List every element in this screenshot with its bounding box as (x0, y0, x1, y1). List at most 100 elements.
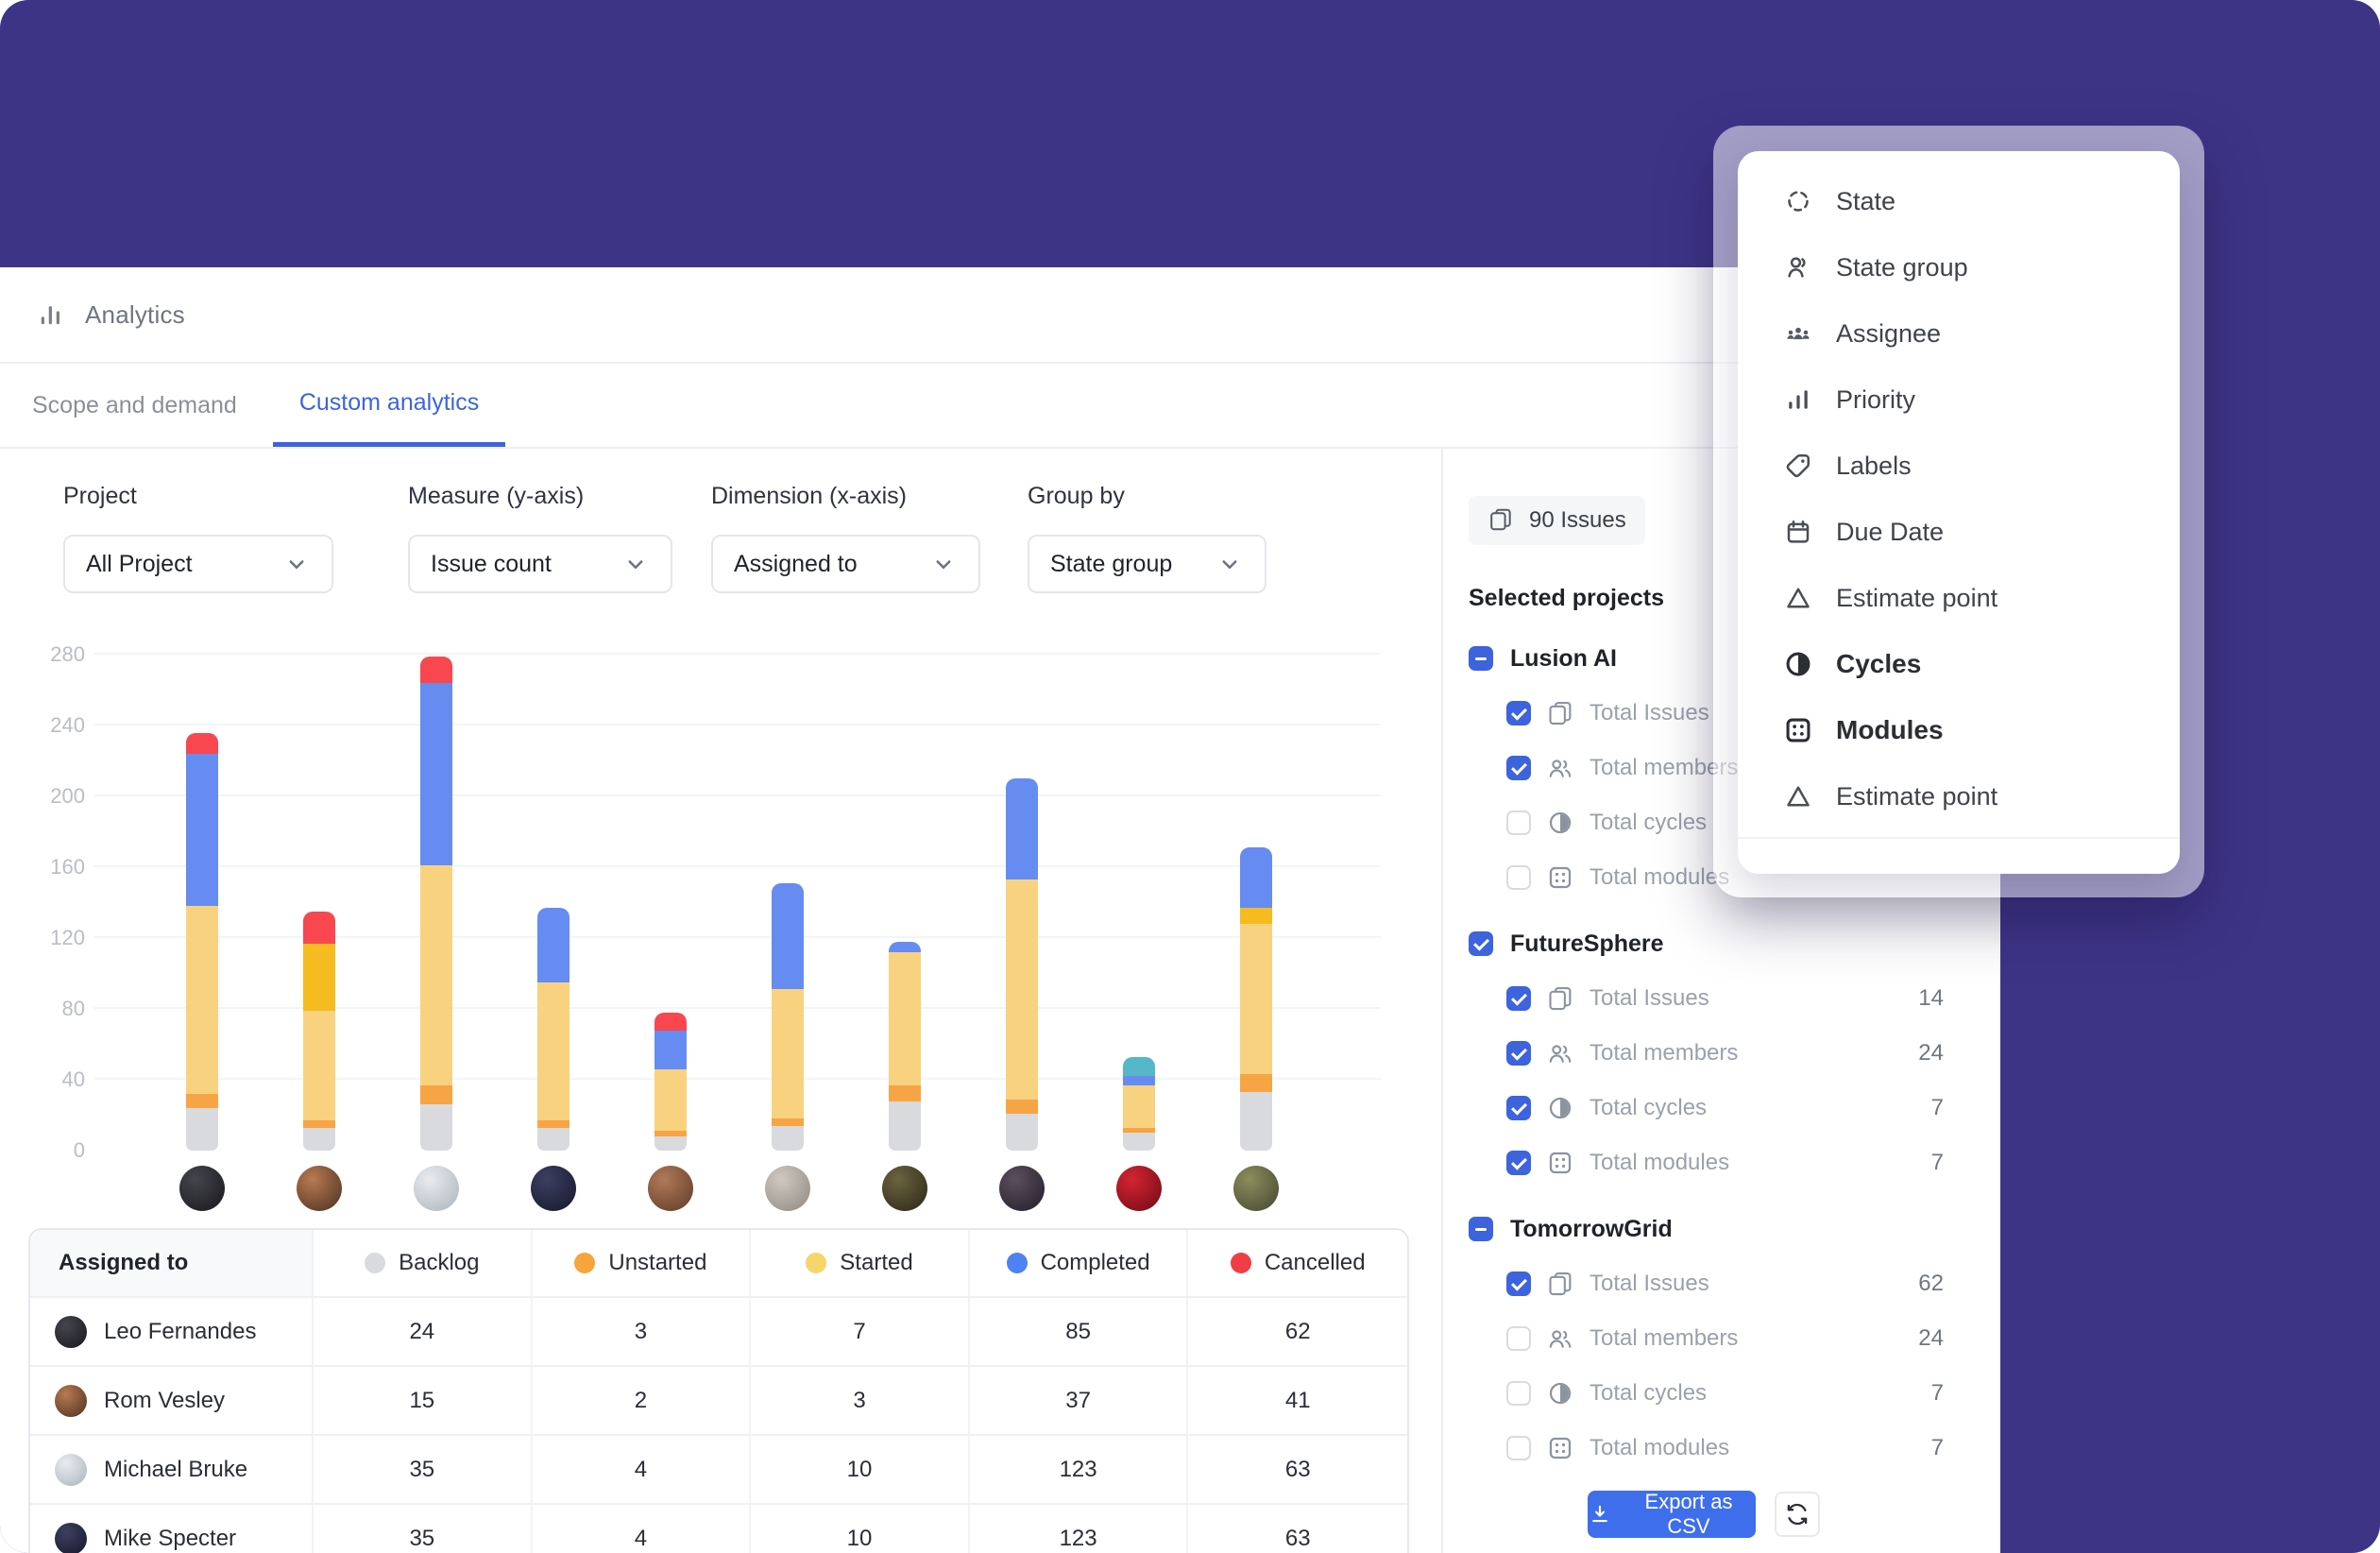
measure-select[interactable]: Issue count (408, 535, 672, 593)
project-group-tomorrowgrid: TomorrowGrid Total Issues 62 Total membe… (1443, 1202, 2000, 1476)
metric-value: 7 (1931, 1095, 1944, 1121)
assignee-name: Michael Bruke (104, 1457, 247, 1483)
bar-segment-backlog (303, 1128, 335, 1151)
menu-divider (1738, 837, 2180, 839)
refresh-button[interactable] (1775, 1492, 1820, 1537)
bar-segment-completed (889, 942, 921, 952)
menu-item-state-group[interactable]: State group (1783, 234, 2180, 300)
cell-cancelled: 41 (1188, 1367, 1407, 1434)
project-header[interactable]: FutureSphere (1443, 916, 2000, 971)
x-axis-avatar (1233, 1166, 1279, 1211)
metric-row[interactable]: Total Issues 62 (1443, 1256, 2000, 1311)
cell-backlog: 35 (314, 1505, 533, 1553)
metric-row[interactable]: Total members 24 (1443, 1026, 2000, 1081)
bar-segment-backlog (889, 1101, 921, 1152)
project-header[interactable]: TomorrowGrid (1443, 1202, 2000, 1256)
project-name: TomorrowGrid (1510, 1216, 1673, 1243)
menu-item-labels[interactable]: Labels (1783, 433, 2180, 499)
cycles-icon (1783, 649, 1813, 679)
stacked-bar[interactable] (772, 883, 804, 1151)
gridline (94, 653, 1381, 655)
project-select[interactable]: All Project (63, 535, 333, 593)
metric-checkbox[interactable] (1506, 1436, 1531, 1460)
metric-row[interactable]: Total members 24 (1443, 1311, 2000, 1366)
metric-checkbox[interactable] (1506, 1096, 1531, 1120)
metric-row[interactable]: Total Issues 14 (1443, 971, 2000, 1026)
tab-scope-and-demand[interactable]: Scope and demand (32, 364, 241, 447)
tab-bar: Scope and demand Custom analytics (0, 364, 2000, 449)
project-checkbox[interactable] (1469, 931, 1493, 956)
metric-row[interactable]: Total modules 7 (1443, 1421, 2000, 1476)
gridline (94, 936, 1381, 938)
metric-checkbox[interactable] (1506, 865, 1531, 890)
metric-checkbox[interactable] (1506, 1326, 1531, 1351)
stacked-bar[interactable] (1240, 847, 1272, 1151)
stacked-bar[interactable] (889, 942, 921, 1151)
bar-segment-unstarted (420, 1085, 452, 1105)
bar-segment-started (1123, 1085, 1155, 1128)
menu-item-state[interactable]: State (1783, 168, 2180, 234)
select-value: State group (1050, 551, 1172, 578)
dimension-select[interactable]: Assigned to (711, 535, 980, 593)
bar-segment-unstarted (1006, 1100, 1038, 1114)
menu-item-estimate-point-2[interactable]: Estimate point (1783, 763, 2180, 829)
x-axis-avatar (882, 1166, 927, 1211)
metric-checkbox[interactable] (1506, 1041, 1531, 1066)
export-csv-label: Export as CSV (1622, 1490, 1756, 1539)
bar-segment-started (303, 1011, 335, 1120)
metric-checkbox[interactable] (1506, 1271, 1531, 1296)
issues-icon (1546, 1270, 1574, 1298)
cell-started: 10 (751, 1436, 970, 1503)
y-axis-tick-label: 40 (23, 1067, 85, 1092)
metric-label: Total modules (1590, 864, 1729, 891)
metric-checkbox[interactable] (1506, 701, 1531, 725)
metric-checkbox[interactable] (1506, 811, 1531, 835)
filter-label: Project (63, 483, 333, 510)
metric-checkbox[interactable] (1506, 1151, 1531, 1175)
x-axis-avatar (414, 1166, 459, 1211)
cell-completed: 123 (970, 1436, 1189, 1503)
metric-row[interactable]: Total cycles 7 (1443, 1081, 2000, 1135)
bar-segment-unstarted (889, 1085, 921, 1101)
menu-item-modules[interactable]: Modules (1783, 697, 2180, 763)
legend-backlog: Backlog (314, 1230, 533, 1296)
group-by-select[interactable]: State group (1028, 535, 1266, 593)
metric-checkbox[interactable] (1506, 756, 1531, 780)
menu-item-assignee[interactable]: Assignee (1783, 300, 2180, 367)
bar-segment-backlog (772, 1126, 804, 1151)
menu-item-due-date[interactable]: Due Date (1783, 499, 2180, 565)
stacked-bar[interactable] (303, 912, 335, 1151)
stacked-bar[interactable] (420, 657, 452, 1151)
project-checkbox[interactable] (1469, 1217, 1493, 1241)
calendar-icon (1783, 517, 1813, 547)
metric-value: 14 (1918, 985, 1944, 1012)
metric-row[interactable]: Total cycles 7 (1443, 1366, 2000, 1421)
project-checkbox[interactable] (1469, 646, 1493, 671)
tab-custom-analytics[interactable]: Custom analytics (273, 364, 505, 447)
modules-icon (1546, 1434, 1574, 1462)
metric-checkbox[interactable] (1506, 986, 1531, 1011)
menu-item-estimate-point[interactable]: Estimate point (1783, 565, 2180, 631)
menu-item-priority[interactable]: Priority (1783, 367, 2180, 433)
y-axis-tick-label: 200 (23, 784, 85, 809)
metric-label: Total cycles (1590, 1380, 1707, 1407)
stacked-bar[interactable] (654, 1013, 687, 1151)
stacked-bar[interactable] (186, 733, 218, 1152)
stacked-bar[interactable] (1123, 1057, 1155, 1151)
stacked-bar[interactable] (1006, 778, 1038, 1151)
avatar (55, 1454, 87, 1486)
stacked-bar[interactable] (537, 908, 570, 1151)
assignee-name: Rom Vesley (104, 1388, 225, 1414)
menu-item-label: Assignee (1836, 319, 1941, 349)
bar-segment-completed (1006, 778, 1038, 879)
menu-item-cycles[interactable]: Cycles (1783, 631, 2180, 697)
cell-unstarted: 4 (533, 1436, 752, 1503)
bar-segment-unstarted (303, 1120, 335, 1128)
menu-item-label: State group (1836, 253, 1968, 282)
filter-measure: Measure (y-axis) Issue count (408, 483, 672, 593)
metric-checkbox[interactable] (1506, 1381, 1531, 1406)
export-csv-button[interactable]: Export as CSV (1588, 1491, 1756, 1538)
metric-row[interactable]: Total modules 7 (1443, 1135, 2000, 1190)
metric-label: Total Issues (1590, 1271, 1709, 1297)
gridline (94, 1007, 1381, 1009)
